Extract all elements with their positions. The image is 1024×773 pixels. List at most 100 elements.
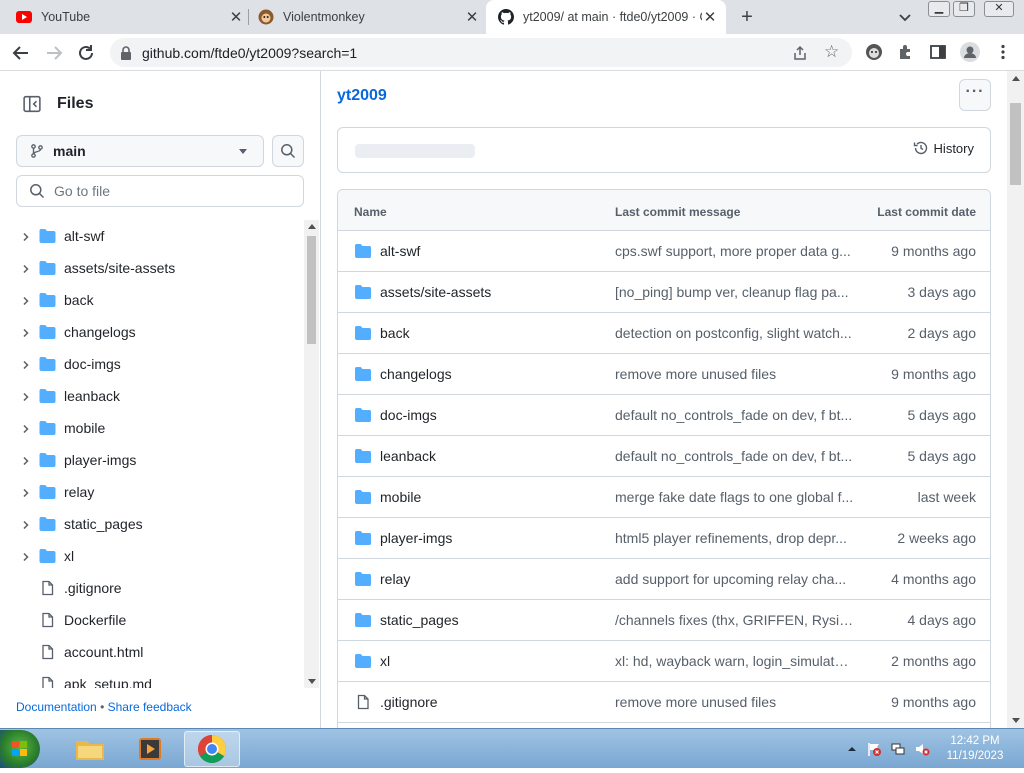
close-window-icon[interactable]: ✕: [984, 1, 1014, 17]
bookmark-star-icon[interactable]: ☆: [824, 42, 839, 62]
tab-violentmonkey[interactable]: Violentmonkey ✕: [258, 0, 480, 34]
tree-item-apk-setup-md[interactable]: apk_setup.md: [0, 668, 303, 688]
table-row[interactable]: xl xl: hd, wayback warn, login_simulate,.…: [338, 641, 990, 682]
violentmonkey-extension-icon[interactable]: [865, 43, 883, 61]
chevron-right-icon[interactable]: [20, 326, 32, 338]
taskbar-chrome[interactable]: [184, 731, 240, 767]
start-button[interactable]: [0, 730, 40, 768]
commit-message-link[interactable]: /channels fixes (thx, GRIFFEN, RysieQ...: [615, 612, 855, 628]
sidebar-scrollbar[interactable]: [304, 220, 319, 688]
chevron-right-icon[interactable]: [20, 454, 32, 466]
chevron-right-icon[interactable]: [20, 550, 32, 562]
volume-muted-icon[interactable]: [914, 741, 930, 757]
scrollbar-thumb[interactable]: [307, 236, 316, 344]
branch-selector[interactable]: main: [16, 135, 264, 167]
chevron-right-icon[interactable]: [20, 486, 32, 498]
table-row[interactable]: back detection on postconfig, slight watc…: [338, 313, 990, 354]
tree-item-mobile[interactable]: mobile: [0, 412, 303, 444]
table-row[interactable]: doc-imgs default no_controls_fade on dev,…: [338, 395, 990, 436]
commit-message-link[interactable]: add support for upcoming relay cha...: [615, 571, 855, 587]
page-scrollbar[interactable]: [1007, 71, 1024, 728]
tree-item-static-pages[interactable]: static_pages: [0, 508, 303, 540]
tree-item-doc-imgs[interactable]: doc-imgs: [0, 348, 303, 380]
close-tab-icon[interactable]: ✕: [702, 8, 718, 26]
tree-item-xl[interactable]: xl: [0, 540, 303, 572]
scroll-down-arrow-icon[interactable]: [1012, 718, 1020, 723]
tree-item-assets-site-assets[interactable]: assets/site-assets: [0, 252, 303, 284]
side-panel-icon[interactable]: [929, 43, 947, 61]
tree-item-changelogs[interactable]: changelogs: [0, 316, 303, 348]
tree-item-leanback[interactable]: leanback: [0, 380, 303, 412]
commit-message-link[interactable]: cps.swf support, more proper data g...: [615, 243, 855, 259]
share-feedback-link[interactable]: Share feedback: [108, 700, 192, 714]
minimize-window-icon[interactable]: ▁: [928, 1, 950, 17]
restore-window-icon[interactable]: ❐: [953, 1, 975, 17]
url-text[interactable]: github.com/ftde0/yt2009?search=1: [142, 45, 357, 61]
file-name-link[interactable]: mobile: [380, 489, 421, 505]
collapse-sidebar-button[interactable]: [16, 93, 48, 115]
repo-breadcrumb-link[interactable]: yt2009: [337, 87, 387, 105]
action-center-flag-icon[interactable]: [866, 741, 882, 757]
tree-item-gitignore[interactable]: .gitignore: [0, 572, 303, 604]
reload-icon[interactable]: [74, 41, 98, 65]
tree-item-dockerfile[interactable]: Dockerfile: [0, 604, 303, 636]
commit-message-link[interactable]: remove more unused files: [615, 694, 855, 710]
chevron-right-icon[interactable]: [20, 422, 32, 434]
file-name-link[interactable]: xl: [380, 653, 390, 669]
file-name-link[interactable]: player-imgs: [380, 530, 452, 546]
chevron-right-icon[interactable]: [20, 518, 32, 530]
system-clock[interactable]: 12:42 PM 11/19/2023: [940, 734, 1010, 764]
chevron-right-icon[interactable]: [20, 230, 32, 242]
table-row[interactable]: .gitignore remove more unused files 9 mont…: [338, 682, 990, 723]
taskbar-file-explorer[interactable]: [62, 731, 118, 767]
search-files-button[interactable]: [272, 135, 304, 167]
tree-item-back[interactable]: back: [0, 284, 303, 316]
commit-message-link[interactable]: remove more unused files: [615, 366, 855, 382]
tab-search-chevron-icon[interactable]: [896, 8, 914, 26]
commit-message-link[interactable]: merge fake date flags to one global f...: [615, 489, 855, 505]
close-tab-icon[interactable]: ✕: [228, 8, 244, 26]
table-row[interactable]: leanback default no_controls_fade on dev,…: [338, 436, 990, 477]
table-row[interactable]: mobile merge fake date flags to one globa…: [338, 477, 990, 518]
documentation-link[interactable]: Documentation: [16, 700, 97, 714]
commit-message-link[interactable]: default no_controls_fade on dev, f bt...: [615, 407, 855, 423]
browser-menu-icon[interactable]: [994, 43, 1012, 61]
network-icon[interactable]: [890, 741, 906, 757]
table-row[interactable]: player-imgs html5 player refinements, dro…: [338, 518, 990, 559]
tab-github-yt2009[interactable]: yt2009/ at main · ftde0/yt2009 · G ✕: [486, 0, 726, 34]
chevron-right-icon[interactable]: [20, 262, 32, 274]
go-to-file-input[interactable]: [54, 183, 274, 199]
scroll-up-arrow-icon[interactable]: [308, 224, 316, 229]
commit-message-link[interactable]: detection on postconfig, slight watch...: [615, 325, 855, 341]
lock-icon[interactable]: [120, 46, 132, 60]
back-icon[interactable]: [9, 41, 33, 65]
file-name-link[interactable]: leanback: [380, 448, 436, 464]
file-name-link[interactable]: back: [380, 325, 410, 341]
chevron-right-icon[interactable]: [20, 294, 32, 306]
tree-item-alt-swf[interactable]: alt-swf: [0, 220, 303, 252]
file-name-link[interactable]: assets/site-assets: [380, 284, 491, 300]
table-row[interactable]: assets/site-assets [no_ping] bump ver, cl…: [338, 272, 990, 313]
scrollbar-thumb[interactable]: [1010, 103, 1021, 185]
profile-avatar-icon[interactable]: [960, 42, 980, 62]
table-row[interactable]: static_pages/channels fixes (thx, GRIFFE…: [338, 600, 990, 641]
close-tab-icon[interactable]: ✕: [464, 8, 480, 26]
scroll-down-arrow-icon[interactable]: [308, 679, 316, 684]
file-name-link[interactable]: .gitignore: [380, 694, 438, 710]
scroll-up-arrow-icon[interactable]: [1012, 76, 1020, 81]
tree-item-account-html[interactable]: account.html: [0, 636, 303, 668]
file-name-link[interactable]: relay: [380, 571, 410, 587]
forward-icon[interactable]: [42, 41, 66, 65]
file-name-link[interactable]: doc-imgs: [380, 407, 437, 423]
chevron-right-icon[interactable]: [20, 358, 32, 370]
history-button[interactable]: History: [913, 140, 974, 156]
address-bar[interactable]: github.com/ftde0/yt2009?search=1 ☆: [110, 38, 852, 67]
commit-message-link[interactable]: default no_controls_fade on dev, f bt...: [615, 448, 855, 464]
file-name-link[interactable]: alt-swf: [380, 243, 420, 259]
extensions-puzzle-icon[interactable]: [897, 43, 915, 61]
commit-message-link[interactable]: html5 player refinements, drop depr...: [615, 530, 855, 546]
more-options-button[interactable]: ···: [959, 79, 991, 111]
tab-youtube[interactable]: YouTube ✕: [16, 0, 244, 34]
show-hidden-icons-icon[interactable]: [844, 741, 860, 757]
table-row[interactable]: changelogs remove more unused files 9 mont…: [338, 354, 990, 395]
